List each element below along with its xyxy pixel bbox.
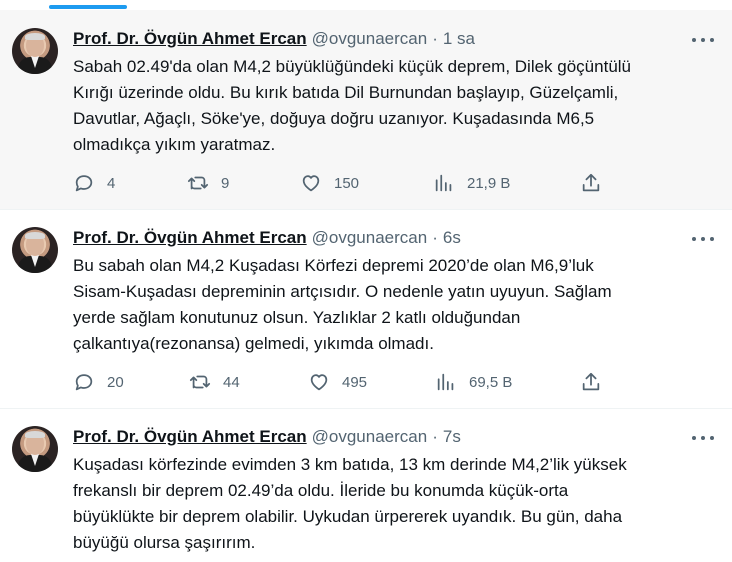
views-icon (437, 373, 454, 391)
avatar[interactable] (12, 426, 58, 472)
like-icon (302, 175, 320, 192)
tweet[interactable]: Prof. Dr. Övgün Ahmet Ercan @ovgunaercan… (0, 210, 732, 409)
tweet-text-line: Kuşadası körfezinde evimden 3 km batıda,… (73, 455, 627, 474)
tweet-text: Kuşadası körfezinde evimden 3 km batıda,… (73, 452, 713, 556)
tweet-text-line: Sisam-Kuşadası depreminin artçısıdır. O … (73, 282, 612, 301)
retweet-count: 9 (221, 174, 230, 192)
reply-icon (75, 175, 93, 192)
tweet-header: Prof. Dr. Övgün Ahmet Ercan @ovgunaercan… (73, 29, 475, 49)
tweet-text: Sabah 02.49'da olan M4,2 büyüklüğündeki … (73, 54, 713, 158)
author-name[interactable]: Prof. Dr. Övgün Ahmet Ercan (73, 228, 307, 248)
tweet[interactable]: Prof. Dr. Övgün Ahmet Ercan @ovgunaercan… (0, 409, 732, 562)
like-count: 495 (342, 373, 368, 391)
tweet-text-line: çalkantıya(rezonansa) gelmedi, yıkımda o… (73, 334, 434, 353)
separator-dot: · (432, 228, 438, 247)
more-icon[interactable] (692, 30, 714, 50)
retweet-icon (187, 176, 209, 190)
tweet-text-line: Davutlar, Ağaçlı, Söke'ye, doğuya doğru … (73, 109, 595, 128)
author-handle[interactable]: @ovgunaercan (312, 228, 428, 248)
views-button[interactable]: 69,5 B (435, 370, 512, 394)
reply-button[interactable]: 20 (73, 370, 124, 394)
share-icon (582, 372, 600, 391)
more-icon[interactable] (692, 428, 714, 448)
tweet-text-line: yerde sağlam konutunuz olsun. Yazlıklar … (73, 308, 521, 327)
tweet-text-line: büyüğü olursa şaşırırım. (73, 533, 256, 552)
tweet-text-line: Bu sabah olan M4,2 Kuşadası Körfezi depr… (73, 256, 594, 275)
tweet-text-line: Sabah 02.49'da olan M4,2 büyüklüğündeki … (73, 57, 632, 76)
views-count: 21,9 B (467, 174, 511, 192)
like-button[interactable]: 150 (300, 171, 359, 195)
timestamp[interactable]: 7s (443, 427, 461, 447)
tab-indicator (49, 5, 127, 9)
reply-button[interactable]: 4 (73, 171, 115, 195)
separator-dot: · (432, 427, 438, 446)
separator-dot: · (432, 29, 438, 48)
retweet-button[interactable]: 9 (187, 171, 229, 195)
reply-count: 4 (107, 174, 116, 192)
avatar[interactable] (12, 28, 58, 74)
timestamp[interactable]: 1 sa (443, 29, 475, 49)
tweet-actions: 4 9 150 21,9 B (73, 171, 613, 195)
views-count: 69,5 B (469, 373, 513, 391)
reply-icon (75, 374, 93, 391)
views-icon (435, 174, 452, 192)
like-icon (310, 374, 328, 391)
share-icon (582, 173, 600, 192)
retweet-button[interactable]: 44 (189, 370, 240, 394)
avatar[interactable] (12, 227, 58, 273)
reply-count: 20 (107, 373, 124, 391)
retweet-icon (189, 375, 211, 389)
like-count: 150 (334, 174, 360, 192)
tweet-header: Prof. Dr. Övgün Ahmet Ercan @ovgunaercan… (73, 427, 461, 447)
more-icon[interactable] (692, 229, 714, 249)
tweet-text-line: Kırığı üzerinde oldu. Bu kırık batıda Di… (73, 83, 619, 102)
tweet-text-line: frekanslı bir deprem 02.49’da oldu. İler… (73, 481, 569, 500)
like-button[interactable]: 495 (308, 370, 367, 394)
share-button[interactable] (580, 370, 602, 394)
tweet-text-line: olmadıkça yıkım yaratmaz. (73, 135, 276, 154)
tweet-actions: 20 44 495 69,5 B (73, 370, 613, 394)
tweet-text: Bu sabah olan M4,2 Kuşadası Körfezi depr… (73, 253, 713, 357)
author-handle[interactable]: @ovgunaercan (312, 29, 428, 49)
tweet[interactable]: Prof. Dr. Övgün Ahmet Ercan @ovgunaercan… (0, 10, 732, 210)
share-button[interactable] (580, 171, 602, 195)
author-name[interactable]: Prof. Dr. Övgün Ahmet Ercan (73, 427, 307, 447)
timestamp[interactable]: 6s (443, 228, 461, 248)
views-button[interactable]: 21,9 B (433, 171, 510, 195)
author-handle[interactable]: @ovgunaercan (312, 427, 428, 447)
retweet-count: 44 (223, 373, 240, 391)
tweet-text-line: büyüklükte bir deprem olabilir. Uykudan … (73, 507, 623, 526)
tweet-header: Prof. Dr. Övgün Ahmet Ercan @ovgunaercan… (73, 228, 461, 248)
author-name[interactable]: Prof. Dr. Övgün Ahmet Ercan (73, 29, 307, 49)
